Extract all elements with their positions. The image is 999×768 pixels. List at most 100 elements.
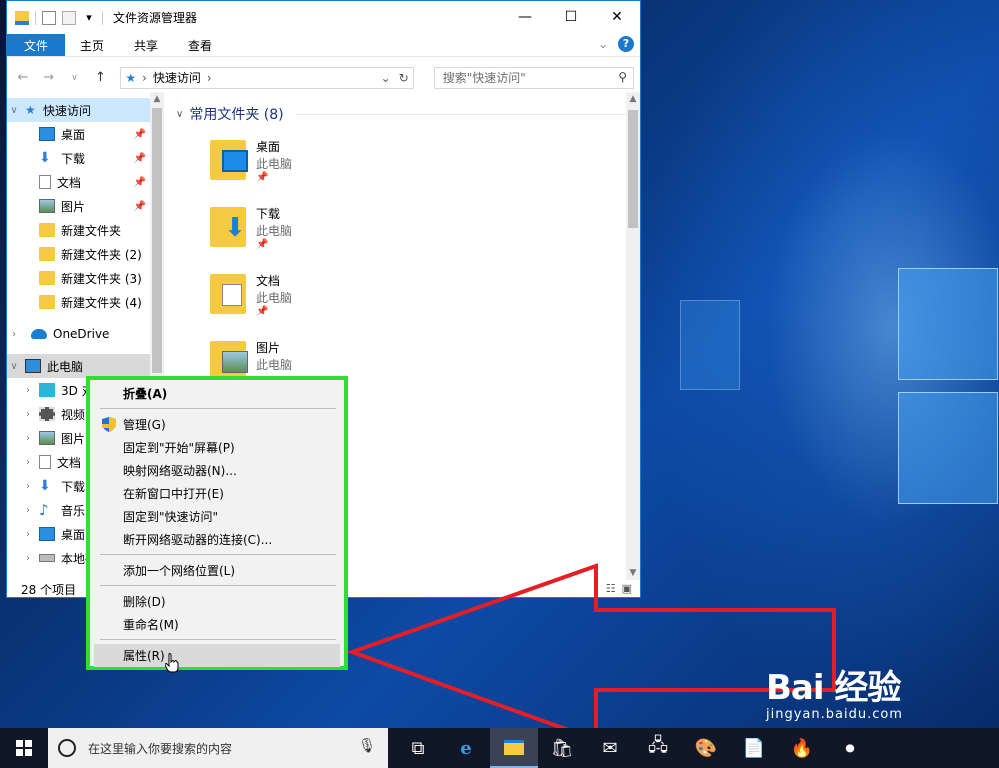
recent-dropdown-icon[interactable]: ∨ (65, 73, 85, 83)
title-bar[interactable]: ▾ 文件资源管理器 — ☐ ✕ (7, 1, 640, 34)
tab-view[interactable]: 查看 (173, 34, 227, 56)
microphone-icon[interactable]: 🎙 (358, 738, 376, 754)
scroll-down-icon[interactable]: ▼ (626, 568, 640, 578)
expand-ribbon-icon[interactable]: ⌄ (598, 37, 608, 51)
recorder-app-icon[interactable]: ⏺ (826, 728, 874, 768)
folder-tile-desktop[interactable]: 桌面 此电脑 📌 (210, 134, 440, 196)
pin-icon: 📌 (256, 172, 269, 183)
address-bar[interactable]: ★ › 快速访问 › ⌄ ↻ (120, 66, 414, 89)
edge-browser-icon[interactable]: e (442, 728, 490, 768)
refresh-icon[interactable]: ↻ (399, 71, 409, 85)
address-dropdown-icon[interactable]: ⌄ (381, 71, 391, 85)
menu-item-pin-start[interactable]: 固定到"开始"屏幕(P) (94, 436, 340, 459)
nav-item-quick-access[interactable]: ∨ ★ 快速访问 (7, 98, 150, 122)
nav-item-folder[interactable]: 新建文件夹 (3) (7, 266, 150, 290)
computer-icon (25, 359, 41, 373)
chevron-down-icon[interactable]: ∨ (176, 109, 183, 120)
network-app-icon[interactable]: 🖧 (634, 728, 682, 768)
menu-item-properties[interactable]: 属性(R) (94, 644, 340, 667)
nav-item-folder[interactable]: 新建文件夹 (7, 218, 150, 242)
chevron-right-icon[interactable]: › (21, 457, 35, 468)
chevron-right-icon[interactable]: › (21, 529, 35, 540)
chevron-down-icon[interactable]: ▾ (82, 11, 96, 25)
desktop-wallpaper (640, 0, 999, 728)
nav-item-folder[interactable]: 新建文件夹 (4) (7, 290, 150, 314)
up-arrow-icon[interactable]: ↑ (90, 70, 110, 85)
tile-sub: 此电脑 (256, 291, 293, 305)
chevron-right-icon[interactable]: › (21, 433, 35, 444)
document-app-icon[interactable]: 📄 (730, 728, 778, 768)
nav-item-this-pc[interactable]: ∨ 此电脑 (7, 354, 150, 378)
mail-icon[interactable]: ✉ (586, 728, 634, 768)
nav-item-pictures[interactable]: 图片 📌 (7, 194, 150, 218)
task-view-icon[interactable]: ⧉ (394, 728, 442, 768)
menu-item-delete[interactable]: 删除(D) (94, 590, 340, 613)
breadcrumb[interactable]: 快速访问 (153, 69, 201, 86)
back-arrow-icon[interactable]: ← (13, 70, 33, 85)
folder-icon (39, 247, 55, 261)
scroll-up-icon[interactable]: ▲ (150, 94, 164, 104)
menu-item-map-drive[interactable]: 映射网络驱动器(N)... (94, 459, 340, 482)
pin-icon: 📌 (256, 306, 269, 317)
folder-tile-downloads[interactable]: ⬇ 下载 此电脑 📌 (210, 201, 440, 263)
nav-item-desktop[interactable]: 桌面 📌 (7, 122, 150, 146)
paint-app-icon[interactable]: 🎨 (682, 728, 730, 768)
breadcrumb-chevron-icon: › (142, 70, 147, 85)
taskbar-search-box[interactable]: 在这里输入你要搜索的内容 🎙 (48, 728, 388, 768)
nav-item-folder[interactable]: 新建文件夹 (2) (7, 242, 150, 266)
divider (295, 113, 630, 115)
scrollbar-thumb[interactable] (628, 110, 638, 228)
folder-tile-documents[interactable]: 文档 此电脑 📌 (210, 268, 440, 330)
properties-icon[interactable] (42, 10, 56, 25)
content-scrollbar[interactable]: ▲ ▼ (626, 92, 640, 580)
group-header[interactable]: ∨ 常用文件夹 (8) (164, 100, 640, 128)
document-icon (39, 455, 51, 469)
menu-item-add-network-location[interactable]: 添加一个网络位置(L) (94, 559, 340, 582)
scroll-up-icon[interactable]: ▲ (626, 94, 640, 104)
nav-label: 桌面 (61, 127, 86, 142)
chevron-right-icon[interactable]: › (21, 385, 35, 396)
help-icon[interactable]: ? (618, 36, 634, 52)
separator (102, 10, 103, 25)
close-button[interactable]: ✕ (594, 1, 640, 33)
chevron-right-icon[interactable]: › (21, 481, 35, 492)
nav-item-onedrive[interactable]: › OneDrive (7, 322, 150, 346)
chevron-right-icon[interactable]: › (21, 505, 35, 516)
scrollbar-thumb[interactable] (152, 108, 162, 373)
forward-arrow-icon[interactable]: → (39, 70, 59, 85)
picture-icon (39, 199, 55, 213)
video-icon (39, 407, 55, 421)
chevron-down-icon[interactable]: ∨ (7, 105, 21, 116)
menu-item-open-new-window[interactable]: 在新窗口中打开(E) (94, 482, 340, 505)
new-folder-icon[interactable] (62, 10, 76, 25)
tab-file[interactable]: 文件 (7, 34, 65, 56)
menu-item-collapse[interactable]: 折叠(A) (94, 382, 340, 405)
nav-item-documents[interactable]: 文档 📌 (7, 170, 150, 194)
menu-item-rename[interactable]: 重命名(M) (94, 613, 340, 636)
folder-icon (39, 223, 55, 237)
menu-item-disconnect-drive[interactable]: 断开网络驱动器的连接(C)... (94, 528, 340, 551)
chevron-right-icon[interactable]: › (21, 409, 35, 420)
tab-share[interactable]: 共享 (119, 34, 173, 56)
desktop-icon (39, 527, 55, 541)
menu-item-manage[interactable]: 管理(G) (94, 413, 340, 436)
chevron-right-icon[interactable]: › (21, 553, 35, 564)
window-title: 文件资源管理器 (113, 11, 198, 25)
minimize-button[interactable]: — (502, 1, 548, 33)
pin-icon: 📌 (133, 128, 146, 140)
start-button[interactable] (0, 728, 48, 768)
file-explorer-taskbar-icon[interactable] (490, 728, 538, 768)
large-icons-view-icon[interactable]: ▣ (622, 582, 632, 595)
tab-home[interactable]: 主页 (65, 34, 119, 56)
menu-item-pin-quick-access[interactable]: 固定到"快速访问" (94, 505, 340, 528)
store-icon[interactable]: 🛍 (538, 728, 586, 768)
chevron-down-icon[interactable]: ∨ (7, 361, 21, 372)
document-icon (39, 175, 51, 189)
game-app-icon[interactable]: 🔥 (778, 728, 826, 768)
search-input[interactable]: 搜索"快速访问" ⚲ (433, 66, 635, 89)
nav-label: 视频 (61, 407, 86, 422)
nav-item-downloads[interactable]: ⬇ 下载 📌 (7, 146, 150, 170)
maximize-button[interactable]: ☐ (548, 1, 594, 33)
chevron-right-icon[interactable]: › (7, 329, 21, 340)
details-view-icon[interactable]: ☷ (606, 582, 616, 595)
